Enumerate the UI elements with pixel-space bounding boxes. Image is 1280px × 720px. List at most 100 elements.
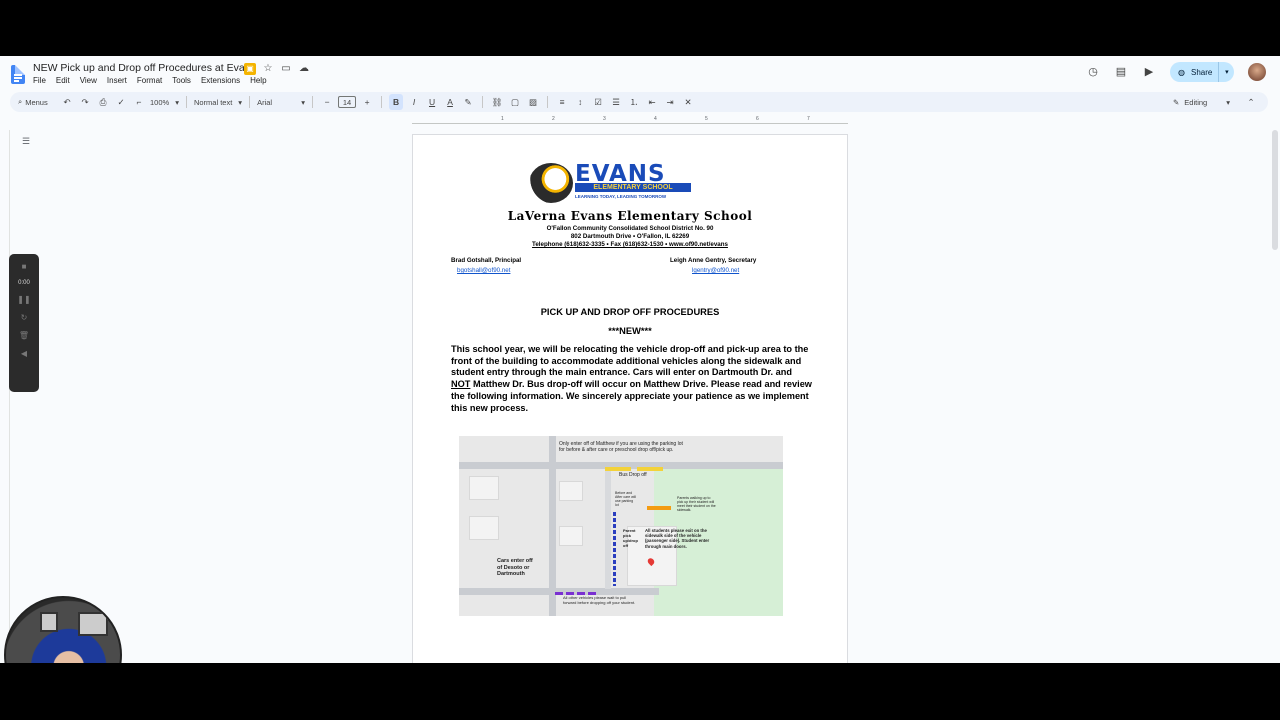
insert-image-icon[interactable]: ▨: [526, 94, 540, 110]
procedures-heading: PICK UP AND DROP OFF PROCEDURES: [540, 307, 720, 317]
lock-globe-icon: ◍: [1178, 67, 1185, 77]
house: [559, 526, 583, 546]
increase-indent-icon[interactable]: ⇥: [663, 94, 677, 110]
font-select[interactable]: Arial ▾: [257, 94, 305, 110]
menu-insert[interactable]: Insert: [107, 76, 127, 85]
vertical-ruler[interactable]: [0, 130, 10, 663]
ruler-mark: 4: [654, 116, 657, 122]
phone-line: Telephone (618)632-3335 • Fax (618)632-1…: [532, 241, 728, 248]
document-page[interactable]: EVANS ELEMENTARY SCHOOL LEARNING TODAY, …: [412, 134, 848, 663]
menu-view[interactable]: View: [80, 76, 97, 85]
stop-record-icon[interactable]: ■: [22, 262, 27, 271]
house: [559, 481, 583, 501]
undo-icon[interactable]: ↶: [60, 94, 74, 110]
bulleted-list-icon[interactable]: ☰: [609, 94, 623, 110]
bold-icon[interactable]: B: [389, 94, 404, 110]
numbered-list-icon[interactable]: ⒈: [627, 94, 641, 110]
menus-label: Menus: [25, 97, 48, 107]
document-title[interactable]: NEW Pick up and Drop off Procedures at E…: [33, 62, 256, 74]
record-timer: 0:00: [18, 280, 30, 286]
menu-tools[interactable]: Tools: [172, 76, 191, 85]
presenter-webcam-overlay: [4, 596, 122, 663]
document-outline-icon[interactable]: ☰: [22, 136, 30, 147]
share-label: Share: [1190, 67, 1213, 77]
slides-badge-icon[interactable]: ▣: [244, 63, 256, 75]
secretary-name: Leigh Anne Gentry, Secretary: [670, 257, 757, 264]
search-icon: ⌕: [18, 97, 23, 106]
parent-line-path: [613, 512, 616, 586]
menu-format[interactable]: Format: [137, 76, 162, 85]
align-icon[interactable]: ≡: [555, 94, 569, 110]
principal-email-link[interactable]: bgotshall@of90.net: [451, 267, 521, 274]
comments-icon[interactable]: ▤: [1114, 65, 1128, 79]
house: [469, 516, 499, 540]
formatting-toolbar: ⌕ Menus ↶ ↷ ⎙ ✓ ⌐ 100% ▾ Normal text ▾ Aria…: [10, 92, 1268, 112]
horizontal-ruler[interactable]: 1 2 3 4 5 6 7: [412, 116, 848, 126]
meet-video-icon[interactable]: ▶: [1142, 65, 1156, 79]
district-line: O'Fallon Community Consolidated School D…: [546, 225, 714, 232]
walkway-marker: [647, 506, 671, 510]
insert-link-icon[interactable]: ⛓: [490, 94, 504, 110]
paint-format-icon[interactable]: ⌐: [132, 94, 146, 110]
drop-off-map-image[interactable]: Only enter off of Matthew if you are usi…: [459, 436, 783, 616]
star-icon[interactable]: ☆: [262, 63, 274, 75]
zoom-select[interactable]: 100% ▾: [150, 94, 179, 110]
add-comment-icon[interactable]: ▢: [508, 94, 522, 110]
clear-formatting-icon[interactable]: ✕: [681, 94, 695, 110]
logo-subtitle: ELEMENTARY SCHOOL: [575, 183, 691, 192]
decrease-indent-icon[interactable]: ⇤: [645, 94, 659, 110]
move-folder-icon[interactable]: ▭: [280, 63, 292, 75]
label-parents-walking: Parents walking up to pick up their stud…: [677, 496, 716, 512]
style-select[interactable]: Normal text ▾: [194, 94, 242, 110]
checklist-icon[interactable]: ☑: [591, 94, 605, 110]
bus-zone-marker: [637, 467, 663, 471]
editing-mode-select[interactable]: ✎ Editing ▾: [1173, 94, 1230, 110]
print-icon[interactable]: ⎙: [96, 94, 110, 110]
secretary-block: Leigh Anne Gentry, Secretary lgentry@of9…: [670, 257, 756, 274]
delete-icon[interactable]: 🗑: [19, 331, 29, 340]
line-spacing-icon[interactable]: ↕: [573, 94, 587, 110]
collapse-icon[interactable]: ◀: [21, 349, 27, 358]
share-button[interactable]: ◍ Share ▾: [1170, 62, 1234, 82]
bus-zone-marker: [605, 467, 631, 471]
menu-extensions[interactable]: Extensions: [201, 76, 240, 85]
body-text-2: Matthew Dr. Bus drop-off will occur on M…: [451, 379, 812, 413]
text-color-icon[interactable]: A: [443, 94, 457, 110]
decrease-font-size-icon[interactable]: −: [320, 94, 334, 110]
label-other-vehicles: All other vehicles please wait to pull f…: [563, 595, 636, 605]
logo-tagline: LEARNING TODAY, LEADING TOMORROW: [575, 194, 667, 199]
italic-icon[interactable]: I: [407, 94, 421, 110]
menu-file[interactable]: File: [33, 76, 46, 85]
highlight-icon[interactable]: ✎: [461, 94, 475, 110]
mode-label: Editing: [1184, 97, 1208, 107]
collapse-menus-icon[interactable]: ⌃: [1244, 94, 1258, 110]
redo-icon[interactable]: ↷: [78, 94, 92, 110]
spellcheck-icon[interactable]: ✓: [114, 94, 128, 110]
google-docs-logo-icon[interactable]: [11, 65, 25, 84]
restart-icon[interactable]: ↻: [21, 313, 28, 322]
body-text-1: This school year, we will be relocating …: [451, 344, 809, 378]
principal-name: Brad Gotshall, Principal: [451, 257, 522, 264]
pencil-icon: ✎: [1173, 97, 1180, 107]
increase-font-size-icon[interactable]: +: [360, 94, 374, 110]
ruler-mark: 3: [603, 116, 606, 122]
secretary-email-link[interactable]: lgentry@of90.net: [670, 267, 756, 274]
cloud-saved-icon[interactable]: ☁: [298, 63, 310, 75]
account-avatar[interactable]: [1248, 63, 1266, 81]
label-cars-enter: Cars enter off of Desoto or Dartmouth: [497, 558, 533, 577]
menu-help[interactable]: Help: [250, 76, 266, 85]
pause-icon[interactable]: ❚❚: [17, 295, 30, 304]
label-before-after: Before and After care will use parking l…: [615, 491, 637, 507]
underline-icon[interactable]: U: [425, 94, 439, 110]
address-line: 802 Dartmouth Drive • O'Fallon, IL 62269: [570, 233, 690, 240]
vertical-scrollbar[interactable]: [1272, 130, 1278, 250]
title-bar: NEW Pick up and Drop off Procedures at E…: [0, 56, 1280, 90]
version-history-icon[interactable]: ◷: [1086, 65, 1100, 79]
font-size-input[interactable]: 14: [338, 96, 357, 108]
house: [469, 476, 499, 500]
share-dropdown-icon[interactable]: ▾: [1225, 68, 1234, 76]
menu-edit[interactable]: Edit: [56, 76, 70, 85]
search-menus-button[interactable]: ⌕ Menus: [12, 94, 56, 110]
chevron-down-icon: ▾: [238, 97, 243, 107]
school-name: LaVerna Evans Elementary School: [507, 209, 753, 223]
